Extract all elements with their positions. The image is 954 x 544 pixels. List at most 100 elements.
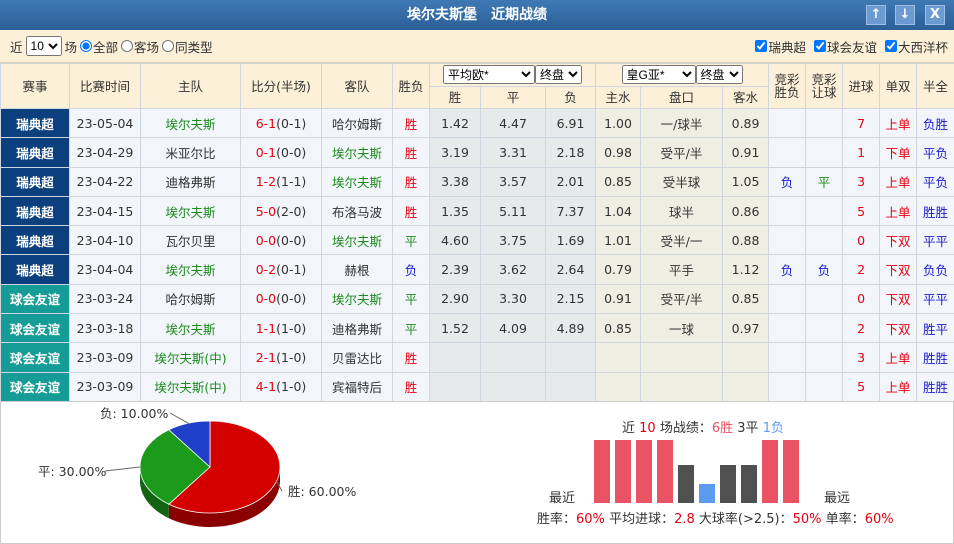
half-time-score: (1-0)	[276, 320, 307, 336]
table-row[interactable]: 球会友谊 23-03-24 哈尔姆斯 0-0(0-0) 埃尔夫斯平 2.90 3.30 2.1…	[0, 283, 954, 315]
half-time-score: (1-0)	[276, 379, 307, 395]
goals: 0	[842, 225, 881, 256]
score-cell[interactable]: 1-1(1-0)	[240, 313, 322, 344]
away-team-cell[interactable]: 赫根	[321, 254, 393, 285]
away-team-cell[interactable]: 埃尔夫斯	[321, 283, 393, 315]
jc-handicap: 负	[805, 254, 844, 285]
home-team-cell[interactable]: 瓦尔贝里	[140, 225, 241, 256]
league-cell[interactable]: 球会友谊	[0, 342, 70, 373]
half-time-score: (0-1)	[276, 115, 307, 131]
jc-result	[768, 107, 807, 139]
table-row[interactable]: 瑞典超 23-05-04 埃尔夫斯 6-1(0-1) 哈尔姆斯胜 1.42 4.47 6.91…	[0, 107, 954, 139]
home-team-cell[interactable]: 埃尔夫斯(中)	[140, 342, 241, 373]
score-cell[interactable]: 0-2(0-1)	[240, 254, 322, 285]
table-row[interactable]: 瑞典超 23-04-15 埃尔夫斯 5-0(2-0) 布洛马波胜 1.35 5.11 7.37…	[0, 195, 954, 227]
radio-away-input[interactable]	[121, 40, 134, 52]
home-team-cell[interactable]: 埃尔夫斯	[140, 254, 241, 285]
away-team-cell[interactable]: 迪格弗斯	[321, 313, 393, 344]
league-cell[interactable]: 瑞典超	[0, 137, 70, 168]
stat-value: 2.8	[674, 512, 695, 527]
close-button[interactable]: X	[925, 5, 945, 25]
euro-stage-select[interactable]: 终盘	[535, 65, 583, 85]
league-cell[interactable]: 瑞典超	[0, 254, 70, 285]
score-cell[interactable]: 6-1(0-1)	[240, 107, 322, 139]
away-team-cell[interactable]: 埃尔夫斯	[321, 166, 393, 197]
away-team-cell[interactable]: 贝雷达比	[321, 342, 393, 373]
asia-company-select[interactable]: 皇G亚*	[621, 65, 696, 85]
radio-same-input[interactable]	[162, 40, 175, 52]
table-row[interactable]: 瑞典超 23-04-04 埃尔夫斯 0-2(0-1) 赫根负 2.39 3.62 2.64 0.…	[0, 254, 954, 285]
handicap: 受半/一	[640, 225, 724, 256]
table-row[interactable]: 瑞典超 23-04-22 迪格弗斯 1-2(1-1) 埃尔夫斯胜 3.38 3.57 2.01…	[0, 166, 954, 197]
home-team-cell[interactable]: 迪格弗斯	[140, 166, 241, 197]
score-cell[interactable]: 0-0(0-0)	[240, 283, 322, 315]
ht-ft: 平负	[916, 166, 954, 197]
scroll-up-button[interactable]: ↑	[866, 5, 886, 25]
table-row[interactable]: 球会友谊 23-03-09 埃尔夫斯(中) 2-1(1-0) 贝雷达比胜 3 上单 胜胜	[0, 342, 954, 373]
away-team-cell[interactable]: 哈尔姆斯	[321, 107, 393, 139]
radio-same-type[interactable]: 同类型	[162, 37, 213, 56]
home-water	[595, 342, 642, 373]
asia-stage-select[interactable]: 终盘	[695, 65, 743, 85]
league-cell[interactable]: 瑞典超	[0, 166, 70, 197]
table-row[interactable]: 瑞典超 23-04-10 瓦尔贝里 0-0(0-0) 埃尔夫斯平 4.60 3.75 1.69…	[0, 225, 954, 256]
euro-draw-odds: 3.57	[480, 166, 546, 197]
header-ht-ft: 半全	[916, 63, 954, 109]
home-team-cell[interactable]: 米亚尔比	[140, 137, 241, 168]
score-cell[interactable]: 0-1(0-0)	[240, 137, 322, 168]
checkbox[interactable]	[755, 40, 768, 52]
league-cell[interactable]: 球会友谊	[0, 371, 70, 402]
form-bar-draw	[741, 465, 757, 503]
league-cell[interactable]: 瑞典超	[0, 225, 70, 256]
home-team-cell[interactable]: 埃尔夫斯	[140, 107, 241, 139]
jc-result	[768, 342, 807, 373]
table-row[interactable]: 瑞典超 23-04-29 米亚尔比 0-1(0-0) 埃尔夫斯胜 3.19 3.31 2.18…	[0, 137, 954, 168]
league-cell[interactable]: 瑞典超	[0, 195, 70, 227]
scroll-down-button[interactable]: ↓	[895, 5, 915, 25]
header-handicap: 盘口	[640, 85, 724, 109]
header-euro: 平均欧* 终盘	[428, 63, 597, 87]
euro-win-odds: 3.19	[429, 137, 481, 168]
check-swedish-league[interactable]: 瑞典超	[755, 37, 806, 56]
odd-even: 上单	[879, 342, 918, 373]
home-team-cell[interactable]: 埃尔夫斯(中)	[140, 371, 241, 402]
away-team-cell[interactable]: 布洛马波	[321, 195, 393, 227]
radio-away[interactable]: 客场	[121, 37, 159, 56]
result-cell: 胜	[392, 195, 430, 227]
pie-leader-line	[104, 466, 141, 472]
match-count-select[interactable]: 10	[25, 36, 62, 56]
home-team-cell[interactable]: 埃尔夫斯	[140, 313, 241, 344]
score-cell[interactable]: 0-0(0-0)	[240, 225, 322, 256]
away-team-cell[interactable]: 宾福特后	[321, 371, 393, 402]
checkbox[interactable]	[813, 40, 826, 52]
full-time-score: 0-2	[255, 262, 277, 278]
euro-lose-odds	[544, 342, 597, 373]
stat-label: 平均进球：	[609, 512, 675, 527]
score-cell[interactable]: 2-1(1-0)	[240, 342, 322, 373]
home-team-cell[interactable]: 埃尔夫斯	[140, 195, 241, 227]
score-cell[interactable]: 1-2(1-1)	[240, 166, 322, 197]
score-cell[interactable]: 5-0(2-0)	[240, 195, 322, 227]
table-row[interactable]: 球会友谊 23-03-18 埃尔夫斯 1-1(1-0) 迪格弗斯平 1.52 4.09 4.8…	[0, 313, 954, 344]
result-cell: 胜	[392, 166, 430, 197]
radio-all[interactable]: 全部	[80, 37, 118, 56]
check-atlantic-cup[interactable]: 大西洋杯	[884, 37, 948, 56]
euro-draw-odds	[480, 342, 546, 373]
home-team-cell[interactable]: 哈尔姆斯	[140, 283, 241, 315]
euro-company-select[interactable]: 平均欧*	[443, 65, 536, 85]
check-club-friendly[interactable]: 球会友谊	[813, 37, 877, 56]
away-team-cell[interactable]: 埃尔夫斯	[321, 137, 393, 168]
score-cell[interactable]: 4-1(1-0)	[240, 371, 322, 402]
league-cell[interactable]: 球会友谊	[0, 313, 70, 344]
away-water: 0.91	[722, 137, 770, 168]
league-cell[interactable]: 瑞典超	[0, 107, 70, 139]
stat-value: 50%	[792, 512, 822, 527]
away-team-cell[interactable]: 埃尔夫斯	[321, 225, 393, 256]
radio-all-input[interactable]	[80, 40, 93, 52]
league-cell[interactable]: 球会友谊	[0, 283, 70, 315]
header-date: 比赛时间	[69, 63, 141, 109]
date-cell: 23-03-18	[69, 313, 141, 344]
table-row[interactable]: 球会友谊 23-03-09 埃尔夫斯(中) 4-1(1-0) 宾福特后胜 5 上单 胜胜	[0, 371, 954, 402]
home-water	[595, 371, 642, 402]
checkbox[interactable]	[884, 40, 897, 52]
